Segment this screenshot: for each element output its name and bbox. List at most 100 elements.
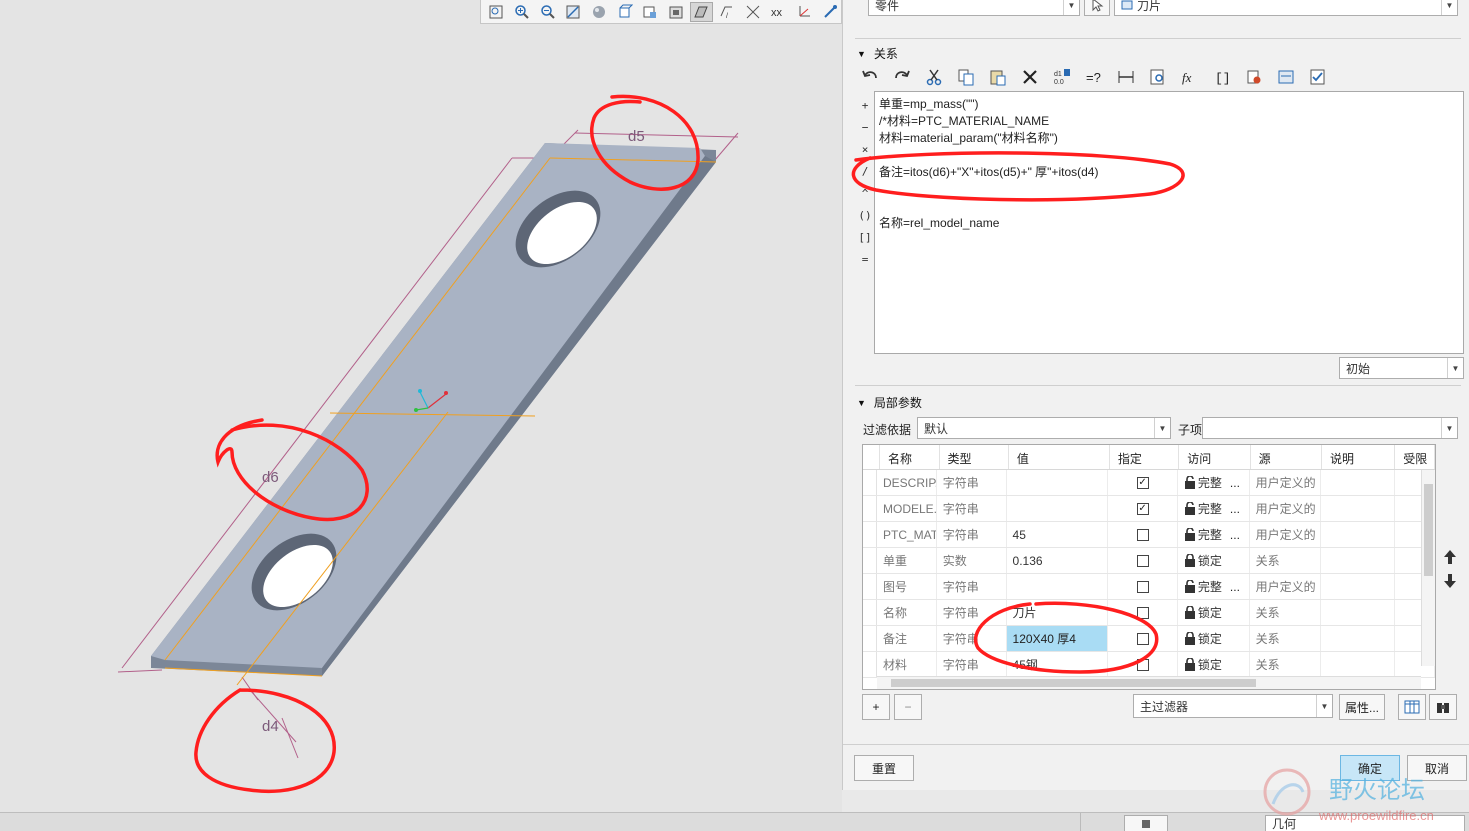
saved-views-icon[interactable]	[613, 2, 636, 22]
param-type[interactable]: 字符串	[937, 652, 1007, 677]
add-parameter-button[interactable]: +	[862, 694, 890, 720]
zoom-in-icon[interactable]	[511, 2, 534, 22]
param-value[interactable]	[1007, 496, 1109, 521]
col-header-type[interactable]: 类型	[940, 445, 1009, 469]
table-row[interactable]: 备注 字符串 120X40 厚4 锁定 关系	[863, 626, 1435, 652]
param-access[interactable]: 锁定	[1178, 652, 1250, 677]
display-style-icon[interactable]	[690, 1, 713, 22]
op-power[interactable]: ^	[862, 182, 869, 204]
table-row[interactable]: 材料 字符串 45钢 锁定 关系	[863, 652, 1435, 678]
scrollbar-thumb[interactable]	[891, 679, 1256, 687]
col-header-restricted[interactable]: 受限	[1395, 445, 1435, 469]
param-designated[interactable]: ✓	[1108, 470, 1178, 495]
param-access[interactable]: 锁定	[1178, 548, 1250, 573]
param-type[interactable]: 字符串	[937, 574, 1007, 599]
param-access[interactable]: 锁定	[1178, 600, 1250, 625]
op-equals[interactable]: =	[862, 248, 869, 270]
vertical-scrollbar[interactable]	[1421, 470, 1435, 666]
checkbox-checked-icon[interactable]: ✓	[1136, 476, 1149, 489]
cut-icon[interactable]	[921, 65, 947, 89]
op-multiply[interactable]: ×	[862, 138, 869, 160]
table-row[interactable]: PTC_MAT...字符串45完整...用户定义的	[863, 522, 1435, 548]
param-value[interactable]: 刀片	[1007, 600, 1109, 625]
relations-section-header[interactable]: ▼ 关系	[857, 45, 898, 62]
col-header-description[interactable]: 说明	[1322, 445, 1396, 469]
param-access[interactable]: 完整...	[1178, 522, 1250, 547]
paste-icon[interactable]	[985, 65, 1011, 89]
export-icon[interactable]	[1273, 65, 1299, 89]
table-row[interactable]: 图号 字符串 完整... 用户定义的	[863, 574, 1435, 600]
main-filter-combo[interactable]: 主过滤器 ▼	[1133, 694, 1333, 718]
copy-icon[interactable]	[953, 65, 979, 89]
param-type[interactable]: 字符串	[937, 600, 1007, 625]
table-row[interactable]: DESCRIP...字符串✓完整...用户定义的	[863, 470, 1435, 496]
param-value[interactable]	[1007, 470, 1109, 495]
zoom-out-icon[interactable]	[536, 2, 559, 22]
move-down-icon[interactable]	[1437, 569, 1463, 593]
insert-function-icon[interactable]: fx	[1177, 65, 1203, 89]
graphics-viewport[interactable]: d5 d6 d4 / xx	[0, 0, 842, 812]
horizontal-scrollbar[interactable]	[877, 676, 1421, 689]
param-name[interactable]: MODELE...	[877, 496, 937, 521]
repaint-icon[interactable]	[562, 2, 585, 22]
refit-icon[interactable]	[485, 2, 508, 22]
param-designated[interactable]	[1108, 548, 1178, 573]
param-name[interactable]: 单重	[877, 548, 937, 573]
param-type[interactable]: 字符串	[937, 522, 1007, 547]
col-header-source[interactable]: 源	[1251, 445, 1322, 469]
appearance-icon[interactable]	[664, 2, 687, 22]
parameter-icon[interactable]	[1241, 65, 1267, 89]
verify-icon[interactable]	[1305, 65, 1331, 89]
coord-systems-icon[interactable]	[793, 2, 816, 22]
col-header-access[interactable]: 访问	[1179, 445, 1251, 469]
param-type[interactable]: 实数	[937, 548, 1007, 573]
access-more-button[interactable]: ...	[1230, 502, 1240, 516]
param-access[interactable]: 锁定	[1178, 626, 1250, 651]
param-value[interactable]: 45	[1007, 522, 1109, 547]
param-value[interactable]: 0.136	[1007, 548, 1109, 573]
param-designated[interactable]	[1108, 522, 1178, 547]
op-brackets[interactable]: []	[858, 226, 871, 248]
access-more-button[interactable]: ...	[1230, 528, 1240, 542]
move-up-icon[interactable]	[1437, 545, 1463, 569]
datum-points-icon[interactable]: xx	[767, 2, 790, 22]
col-header-designated[interactable]: 指定	[1110, 445, 1180, 469]
op-plus[interactable]: +	[862, 94, 869, 116]
param-name[interactable]: DESCRIP...	[877, 470, 937, 495]
param-designated[interactable]	[1108, 626, 1178, 651]
param-type[interactable]: 字符串	[937, 470, 1007, 495]
param-type[interactable]: 字符串	[937, 496, 1007, 521]
param-description[interactable]	[1321, 600, 1396, 625]
param-access[interactable]: 完整...	[1178, 496, 1250, 521]
op-divide[interactable]: /	[862, 160, 869, 182]
param-description[interactable]	[1321, 522, 1396, 547]
datum-planes-icon[interactable]: /	[716, 2, 739, 22]
op-parens[interactable]: ()	[858, 204, 871, 226]
scrollbar-thumb[interactable]	[1424, 484, 1433, 576]
smart-filter-button[interactable]	[1124, 815, 1168, 831]
param-name[interactable]: 材料	[877, 652, 937, 677]
param-description[interactable]	[1321, 548, 1396, 573]
type-combo[interactable]: 零件 ▼	[868, 0, 1080, 16]
op-minus[interactable]: −	[862, 116, 869, 138]
switch-units-icon[interactable]: d1 0.0	[1049, 65, 1075, 89]
shading-icon[interactable]	[588, 2, 611, 22]
subitem-combo[interactable]: ▼	[1202, 417, 1458, 439]
dimension-icon[interactable]	[1113, 65, 1139, 89]
target-combo[interactable]: 刀片 ▼	[1114, 0, 1458, 16]
param-description[interactable]	[1321, 626, 1396, 651]
param-name[interactable]: 图号	[877, 574, 937, 599]
local-params-section-header[interactable]: ▼ 局部参数	[857, 394, 922, 411]
table-row[interactable]: 单重 实数 0.136 锁定 关系	[863, 548, 1435, 574]
brackets-icon[interactable]: []	[1209, 65, 1235, 89]
find-icon[interactable]	[1145, 65, 1171, 89]
param-access[interactable]: 完整...	[1178, 470, 1250, 495]
datum-axes-icon[interactable]	[741, 2, 764, 22]
checkbox-icon[interactable]	[1136, 554, 1149, 567]
param-name[interactable]: PTC_MAT...	[877, 522, 937, 547]
param-designated[interactable]	[1108, 652, 1178, 677]
param-description[interactable]	[1321, 496, 1396, 521]
param-type[interactable]: 字符串	[937, 626, 1007, 651]
param-value[interactable]: 120X40 厚4	[1006, 626, 1109, 651]
col-header-name[interactable]: 名称	[880, 445, 940, 469]
